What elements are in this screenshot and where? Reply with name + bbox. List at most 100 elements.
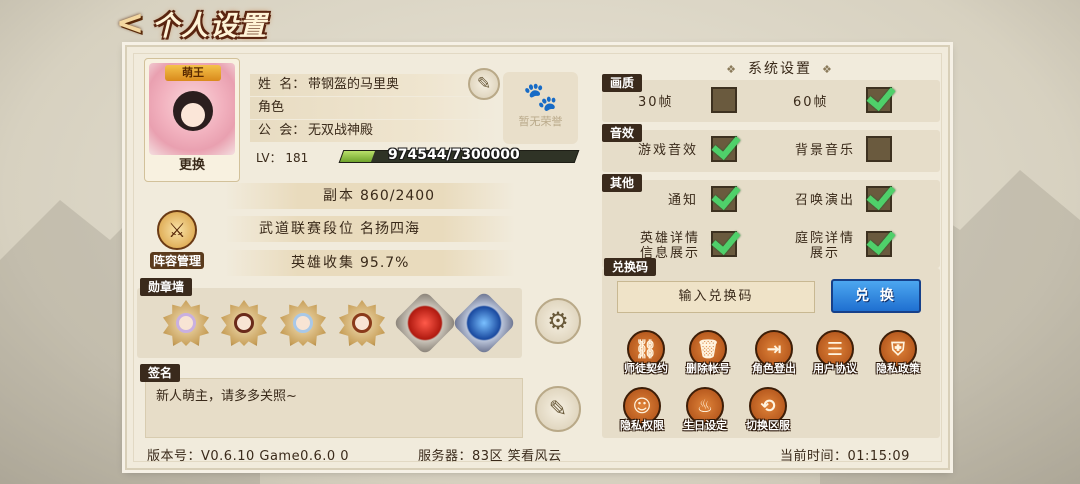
hero-detail-checkbox[interactable] xyxy=(711,224,741,257)
honor-empty-text: 暂无荣誉 xyxy=(518,115,563,128)
exp-bar-fill xyxy=(339,151,376,162)
signature-title: 签名 xyxy=(140,364,181,382)
back-button[interactable]: < xyxy=(108,3,152,43)
gear-icon: ⚙ xyxy=(547,307,569,335)
stat-label: 副本 xyxy=(323,188,355,204)
user-agreement-button[interactable]: ☰ 用户协议 xyxy=(803,330,867,376)
yard-detail-label-line2: 展示 xyxy=(810,246,841,261)
medal-2[interactable] xyxy=(221,300,267,346)
server-text: 服务器：83区 笑看风云 xyxy=(418,449,562,464)
guild-label-2: 会： xyxy=(279,123,306,138)
name-row: 姓 名： 带钢盔的马里奥 xyxy=(250,74,498,96)
stat-row-collection: 英雄收集 95.7% xyxy=(225,250,515,276)
name-label-2: 名： xyxy=(279,77,306,92)
sound-title: 音效 xyxy=(602,124,643,142)
privacy-permission-button[interactable]: ☺ 隐私权限 xyxy=(610,387,674,433)
stat-label: 英雄收集 xyxy=(291,255,355,271)
crossed-flags-icon: ⚔ xyxy=(157,210,197,250)
summon-checkbox[interactable] xyxy=(866,179,896,212)
medal-wall xyxy=(137,288,522,358)
action-label: 隐私政策 xyxy=(876,362,920,375)
avatar-card[interactable]: 萌王 更换 xyxy=(144,58,240,182)
signature-field[interactable]: 新人萌主，请多多关照~ xyxy=(145,378,523,438)
game-sound-label: 游戏音效 xyxy=(638,143,699,158)
level-display: LV： 181 xyxy=(256,149,308,166)
action-label: 师徒契约 xyxy=(624,362,668,375)
other-title: 其他 xyxy=(602,174,643,192)
birthday-setting-button[interactable]: ♨ 生日设定 xyxy=(673,387,737,433)
change-avatar-button[interactable]: 更换 xyxy=(145,154,239,173)
brush-icon: ✎ xyxy=(548,396,568,422)
game-sound-checkbox[interactable] xyxy=(711,129,741,162)
mentor-contract-button[interactable]: ⛓ 师徒契约 xyxy=(614,330,678,376)
player-guild: 无双战神殿 xyxy=(308,123,374,138)
bg-music-label: 背景音乐 xyxy=(795,143,856,158)
page-title: 个人设置 xyxy=(152,10,268,42)
fps60-checkbox[interactable] xyxy=(866,80,896,113)
stat-value: 860/2400 xyxy=(360,188,436,204)
fps30-checkbox[interactable] xyxy=(711,87,737,113)
system-settings-title-text: 系统设置 xyxy=(748,61,812,77)
summon-label: 召唤演出 xyxy=(795,193,856,208)
stat-row-league: 武道联赛段位 名扬四海 xyxy=(225,216,515,242)
stat-row-dungeon: 副本 860/2400 xyxy=(225,183,515,209)
bg-music-checkbox[interactable] xyxy=(866,136,892,162)
id-row: 角色ID：96647 xyxy=(250,97,498,137)
current-time-text: 当前时间：01:15:09 xyxy=(780,449,910,464)
yard-detail-label-line1: 庭院详情 xyxy=(795,231,856,246)
action-label: 角色登出 xyxy=(752,362,796,375)
action-label: 切换区服 xyxy=(746,419,790,432)
signature-text: 新人萌主，请多多关照~ xyxy=(156,389,297,404)
avatar-title-badge: 萌王 xyxy=(165,65,221,81)
name-label-1: 姓 xyxy=(258,77,272,92)
header-bar: < 个人设置 xyxy=(108,3,268,43)
hero-detail-label: 英雄详情 信息展示 xyxy=(640,231,700,261)
action-label: 隐私权限 xyxy=(620,419,664,432)
exp-text: 974544/7300000 xyxy=(388,147,520,163)
stat-value: 名扬四海 xyxy=(360,221,420,237)
medal-red-gem[interactable] xyxy=(392,290,458,356)
lineup-manage-label: 阵容管理 xyxy=(149,252,204,269)
action-label: 生日设定 xyxy=(683,419,727,432)
avatar: 萌王 xyxy=(149,63,235,155)
logout-button[interactable]: ⇥ 角色登出 xyxy=(742,330,806,376)
stat-value: 95.7% xyxy=(360,255,410,271)
redeem-title: 兑换码 xyxy=(604,258,657,276)
brush-icon: ✎ xyxy=(476,74,492,94)
medal-3[interactable] xyxy=(280,300,326,346)
privacy-policy-button[interactable]: ⛨ 隐私政策 xyxy=(866,330,930,376)
hero-detail-label-line1: 英雄详情 xyxy=(640,231,701,246)
honor-slot[interactable]: 🐾 暂无荣誉 xyxy=(503,72,578,144)
guild-row: 公 会： 无双战神殿 xyxy=(250,120,498,142)
medal-blue-gem[interactable] xyxy=(451,290,517,356)
stat-label: 武道联赛段位 xyxy=(259,221,355,237)
medal-wall-title: 勋章墙 xyxy=(140,278,193,296)
level-value: 181 xyxy=(285,151,309,165)
quality-title: 画质 xyxy=(602,74,643,92)
edit-name-button[interactable]: ✎ xyxy=(468,68,500,100)
action-label: 删除帐号 xyxy=(686,362,730,375)
system-settings-title: 系统设置 xyxy=(700,58,860,78)
paw-icon: 🐾 xyxy=(523,80,558,113)
level-label: LV： xyxy=(256,151,282,165)
yard-detail-checkbox[interactable] xyxy=(866,224,896,257)
lineup-manage-button[interactable]: ⚔ 阵容管理 xyxy=(145,210,209,269)
switch-server-button[interactable]: ⟲ 切换区服 xyxy=(736,387,800,433)
back-arrow-icon: < xyxy=(115,3,145,43)
notify-label: 通知 xyxy=(668,193,699,208)
medal-4[interactable] xyxy=(339,300,385,346)
medal-1[interactable] xyxy=(163,300,209,346)
player-name: 带钢盔的马里奥 xyxy=(308,77,400,92)
notify-checkbox[interactable] xyxy=(711,179,741,212)
fps30-label: 30帧 xyxy=(638,95,674,110)
guild-label-1: 公 xyxy=(258,123,272,138)
fps60-label: 60帧 xyxy=(793,95,829,110)
delete-account-button[interactable]: 🗑 删除帐号 xyxy=(676,330,740,376)
yard-detail-label: 庭院详情 展示 xyxy=(795,231,855,261)
action-label: 用户协议 xyxy=(813,362,857,375)
redeem-code-input[interactable]: 输入兑换码 xyxy=(617,281,815,313)
medal-settings-button[interactable]: ⚙ xyxy=(535,298,581,344)
redeem-button[interactable]: 兑 换 xyxy=(831,279,921,313)
edit-signature-button[interactable]: ✎ xyxy=(535,386,581,432)
version-text: 版本号：V0.6.10 Game0.6.0 0 xyxy=(147,449,350,464)
